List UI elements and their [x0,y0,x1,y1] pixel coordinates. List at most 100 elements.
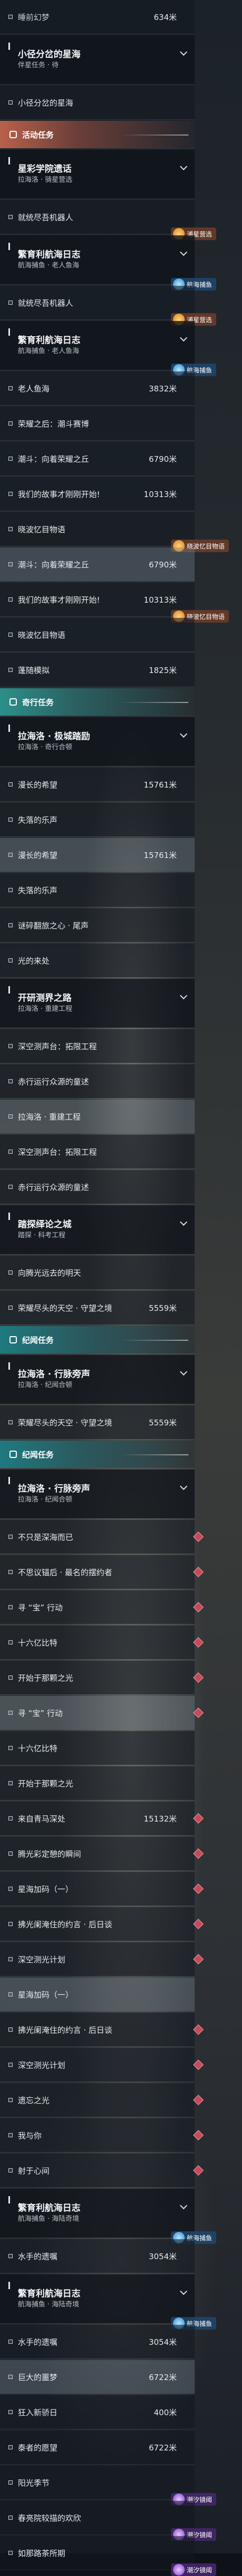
objective-label: 潮斗：向着荣耀之丘 [18,454,89,464]
objective-row[interactable]: 春亮院较描的欢欣 [0,2501,195,2534]
objective-row[interactable]: 寻 “宝” 行动 [0,1590,204,1624]
chevron-down-icon[interactable] [179,334,188,342]
objective-row[interactable]: 寻 “宝” 行动 [0,1696,204,1730]
quest-tracker-list: 睡前幻梦 634米 小径分岔的星海 伴星任务 · 待小径分岔的星海 活动任务 星彩学院遗话… [0,0,242,2576]
quest-entry[interactable]: 星彩学院遗话 拉海洛 · 骑星营选 [0,150,195,199]
objective-row[interactable]: 就统尽吾机器人 [0,200,195,234]
objective-row[interactable]: 水手的遗嘱 3054米 [0,2325,195,2358]
objective-row[interactable]: 漫长的希望 15761米 [0,838,195,872]
chevron-down-icon[interactable] [179,1482,188,1491]
chevron-down-icon[interactable] [179,730,188,738]
quest-entry[interactable]: 繁育利航海日志 航海捕鱼 · 老人鱼海 [0,321,195,370]
quest-marker [8,1213,10,1220]
square-bullet-icon [8,923,13,927]
quest-entry[interactable]: 开研测界之路 拉海洛 · 重建工程 [0,979,195,1028]
quest-entry[interactable]: 繁育利航海日志 航海捕鱼 · 海陆奇境 [0,2274,195,2323]
objective-row[interactable]: 深空测声台：拓限工程 [0,1135,195,1168]
objective-row[interactable]: 向腾光远去的明天 [0,1256,195,1289]
chevron-down-icon[interactable] [179,991,188,1000]
objective-distance: 3054米 [148,2337,177,2347]
quest-entry[interactable]: 拉海洛 · 行脉旁声 拉海洛 · 纪闻合顿 [0,1470,195,1518]
objective-row[interactable]: 星海加码（一） [0,1978,195,2011]
quest-marker [8,1477,10,1484]
objective-row[interactable]: 泰者的愿望 6722米 [0,2430,195,2464]
objective-row[interactable]: 狂入新骄日 400米 [0,2395,195,2429]
chevron-down-icon[interactable] [179,162,188,171]
objective-row[interactable]: 如那路茶所期 [0,2536,195,2570]
objective-row[interactable]: 射于心间 [0,2154,204,2187]
objective-row[interactable]: 拉海洛 · 重建工程 [0,1100,195,1133]
square-bullet-icon [8,1044,13,1048]
objective-row[interactable]: 晓波忆目物语 [0,512,195,546]
category-header[interactable]: 纪闻任务 [0,1326,195,1353]
quest-entry[interactable]: 小径分岔的星海 伴星任务 · 待 [0,35,195,84]
objective-row[interactable]: 我们的故事才刚刚开始! 10313米 [0,583,195,616]
objective-row[interactable]: 巨大的噩梦 6722米 [0,2360,195,2394]
chevron-down-icon[interactable] [179,1218,188,1226]
category-header[interactable]: 活动任务 [0,121,195,148]
objective-row[interactable]: 谜碎翻旅之心 · 尾声 [0,908,195,942]
objective-row[interactable]: 水手的遗嘱 3054米 [0,2239,195,2273]
objective-row[interactable]: 就统尽吾机器人 [0,286,195,319]
objective-row[interactable]: 开始于那颗之光 [0,1661,204,1694]
objective-row[interactable]: 睡前幻梦 634米 [0,0,195,34]
objective-row[interactable]: 赤行运行众源的童述 [0,1064,195,1098]
objective-row[interactable]: 小径分岔的星海 [0,86,195,119]
objective-row[interactable]: 失落的乐声 [0,803,195,836]
objective-row[interactable]: 深空测光计划 [0,2048,204,2082]
objective-label: 深空测声台：拓限工程 [18,1147,97,1157]
quest-entry[interactable]: 繁育利航海日志 航海捕鱼 · 海陆奇境 [0,2189,195,2238]
chevron-down-icon[interactable] [179,248,188,256]
objective-row[interactable]: 开始于那颗之光 [0,1766,195,1800]
chevron-down-icon[interactable] [179,1368,188,1376]
objective-label: 谜碎翻旅之心 · 尾声 [18,920,89,930]
objective-row[interactable]: 光的来处 [0,944,195,977]
row-separator [0,616,195,617]
objective-row[interactable]: 阳光季节 [0,2466,195,2499]
row-separator [0,1439,195,1440]
objective-row[interactable]: 来自青马深处 15132米 [0,1802,204,1835]
objective-row[interactable]: 不只是深海而已 [0,1520,204,1554]
objective-row[interactable]: 我与你 [0,2118,204,2152]
waypoint-diamond-icon [193,2130,204,2140]
quest-entry[interactable]: 踏探绎论之城 踏探 · 科考工程 [0,1205,195,1254]
chevron-down-icon[interactable] [179,48,188,56]
objective-row[interactable]: 星海加码（一） [0,1872,204,1906]
objective-row[interactable]: 荣耀尽头的天空 · 守望之境 5559米 [0,1291,195,1325]
objective-row[interactable]: 深空测光计划 [0,1942,204,1976]
square-bullet-icon [8,1605,13,1609]
objective-row[interactable]: 拂光阑淹住的约言 · 后日谈 [0,1907,204,1941]
chevron-down-icon[interactable] [179,2201,188,2210]
waypoint-diamond-icon [193,2024,204,2035]
objective-row[interactable]: 漫长的希望 15761米 [0,768,195,801]
objective-row[interactable]: 十六亿比特 [0,1731,195,1765]
objective-row[interactable]: 失落的乐声 [0,873,195,907]
objective-row[interactable]: 潮斗：向着荣耀之丘 6790米 [0,442,195,475]
objective-row[interactable]: 蓬随模拟 1825米 [0,653,195,687]
row-separator [0,1694,195,1695]
objective-row[interactable]: 晓波忆目物语 [0,618,195,651]
objective-row[interactable]: 腾光彩定憩的瞬间 [0,1837,204,1870]
objective-row[interactable]: 赤行运行众源的童述 [0,1170,195,1204]
objective-row[interactable]: 十六亿比特 [0,1626,204,1659]
objective-row[interactable]: 不思议锚后 · 最名的摆约者 [0,1555,204,1589]
objective-row[interactable]: 荣耀之后：潮斗赛博 [0,407,195,440]
objective-row[interactable]: 遗忘之光 [0,2083,204,2117]
category-header[interactable]: 纪闻任务 [0,1441,195,1468]
square-bullet-icon [8,421,13,426]
quest-entry[interactable]: 繁育利航海日志 航海捕鱼 · 老人鱼海 [0,235,195,284]
objective-row[interactable]: 潮斗：向着荣耀之丘 6790米 [0,547,195,581]
quest-category-icon [9,1336,17,1343]
quest-entry[interactable]: 拉海洛 · 行脉旁声 拉海洛 · 纪闻合顿 [0,1355,195,1404]
quest-entry[interactable]: 拉海洛 · 极城踏励 拉海洛 · 奇行合顿 [0,717,195,766]
objective-row[interactable]: 荣耀尽头的天空 · 守望之境 5559米 [0,1405,195,1439]
square-bullet-icon [8,1114,13,1119]
objective-row[interactable]: 拂光阑淹住的约言 · 后日谈 [0,2013,204,2046]
objective-row[interactable]: 深空测声台：拓限工程 [0,1029,195,1063]
square-bullet-icon [8,1535,13,1539]
category-header[interactable]: 奇行任务 [0,688,195,716]
objective-row[interactable]: 我们的故事才刚刚开始! 10313米 [0,477,195,511]
chevron-down-icon[interactable] [179,2287,188,2295]
objective-row[interactable]: 老人鱼海 3832米 [0,371,195,405]
row-separator [0,284,195,285]
